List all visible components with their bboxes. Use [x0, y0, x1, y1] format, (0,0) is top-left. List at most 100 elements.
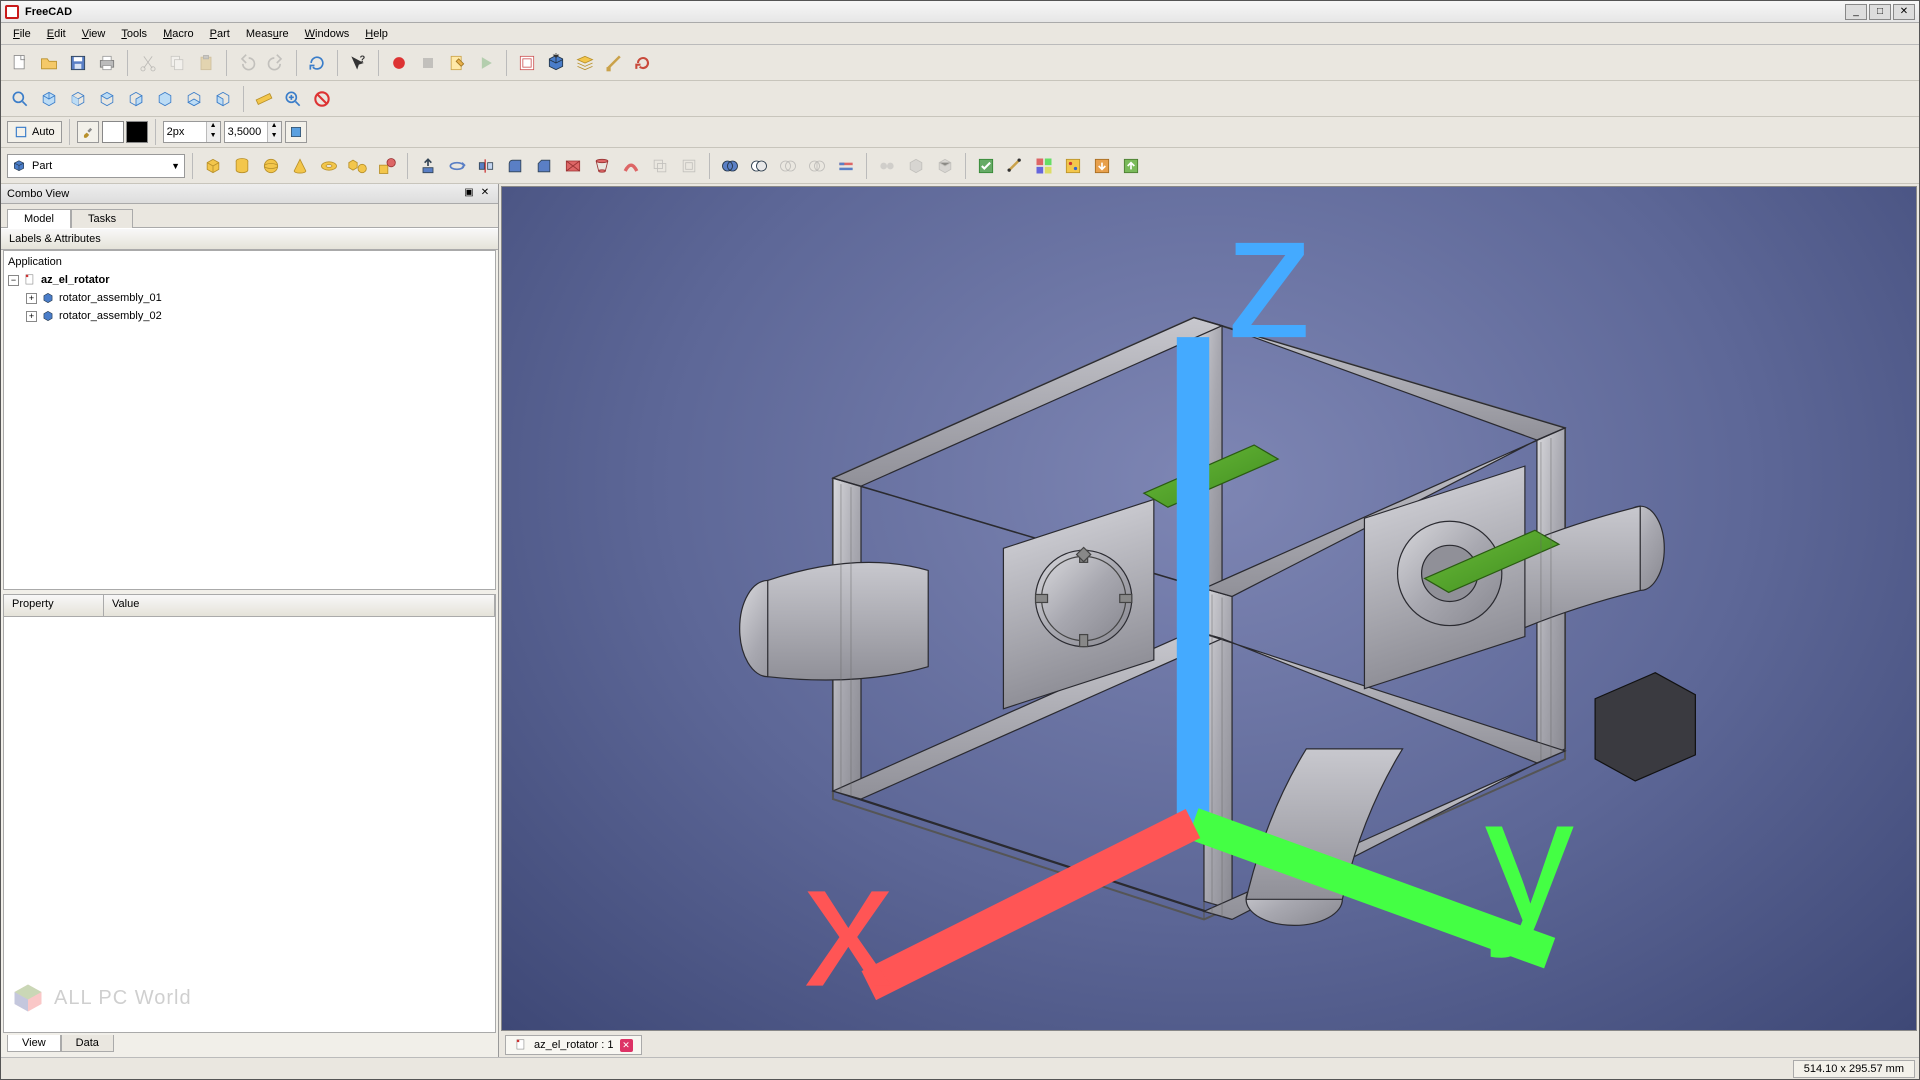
extrude-icon[interactable]: [415, 153, 441, 179]
face-color-swatch[interactable]: [102, 121, 124, 143]
cross-sections-icon[interactable]: [833, 153, 859, 179]
tree-item-assembly-1[interactable]: + rotator_assembly_01: [6, 289, 493, 307]
macro-run-icon[interactable]: [473, 50, 499, 76]
measure-distance-icon[interactable]: [251, 86, 277, 112]
primitives-dialog-icon[interactable]: [345, 153, 371, 179]
spin-down-icon[interactable]: ▼: [206, 132, 220, 142]
primitive-sphere-icon[interactable]: [258, 153, 284, 179]
close-panel-icon[interactable]: ✕: [478, 187, 492, 201]
menu-measure[interactable]: Measure: [238, 26, 297, 42]
menu-tools[interactable]: Tools: [113, 26, 155, 42]
property-column-header[interactable]: Property: [4, 595, 104, 616]
grid-spacing-input[interactable]: [225, 123, 267, 141]
minimize-button[interactable]: _: [1845, 4, 1867, 20]
construction-mode-icon[interactable]: [285, 121, 307, 143]
maximize-button[interactable]: □: [1869, 4, 1891, 20]
refine-shape-icon[interactable]: [932, 153, 958, 179]
thickness-icon[interactable]: [676, 153, 702, 179]
tab-tasks[interactable]: Tasks: [71, 209, 133, 228]
print-icon[interactable]: [94, 50, 120, 76]
menu-file[interactable]: File: [5, 26, 39, 42]
revolve-icon[interactable]: [444, 153, 470, 179]
view-rear-icon[interactable]: [152, 86, 178, 112]
ruled-surface-icon[interactable]: [560, 153, 586, 179]
zoom-fit-icon[interactable]: [7, 86, 33, 112]
value-column-header[interactable]: Value: [104, 595, 495, 616]
primitive-torus-icon[interactable]: [316, 153, 342, 179]
refresh-icon[interactable]: [304, 50, 330, 76]
document-tab[interactable]: az_el_rotator : 1 ✕: [505, 1035, 642, 1055]
primitive-cone-icon[interactable]: [287, 153, 313, 179]
boolean-union-icon[interactable]: [717, 153, 743, 179]
open-file-icon[interactable]: [36, 50, 62, 76]
cut-icon[interactable]: [135, 50, 161, 76]
tab-model[interactable]: Model: [7, 209, 71, 228]
redo-icon[interactable]: [263, 50, 289, 76]
no-entry-icon[interactable]: [309, 86, 335, 112]
line-width-spinner[interactable]: ▲▼: [163, 121, 221, 143]
zoom-region-icon[interactable]: [280, 86, 306, 112]
paste-icon[interactable]: [193, 50, 219, 76]
macro-edit-icon[interactable]: [444, 50, 470, 76]
tree-view[interactable]: Application − az_el_rotator + rotator_as…: [3, 250, 496, 590]
tree-application[interactable]: Application: [6, 253, 493, 271]
spin-down-icon[interactable]: ▼: [267, 132, 281, 142]
tab-view[interactable]: View: [7, 1035, 61, 1052]
layers-icon[interactable]: [572, 50, 598, 76]
shape-builder-icon[interactable]: [374, 153, 400, 179]
boolean-cut-icon[interactable]: [746, 153, 772, 179]
import-icon[interactable]: [1118, 153, 1144, 179]
copy-icon[interactable]: [164, 50, 190, 76]
close-button[interactable]: ✕: [1893, 4, 1915, 20]
undock-icon[interactable]: ▣: [462, 187, 476, 201]
view-left-icon[interactable]: [210, 86, 236, 112]
save-icon[interactable]: [65, 50, 91, 76]
make-solid-icon[interactable]: [903, 153, 929, 179]
mirror-icon[interactable]: [473, 153, 499, 179]
view-top-icon[interactable]: [94, 86, 120, 112]
3d-viewport[interactable]: z y x: [501, 186, 1917, 1031]
close-tab-icon[interactable]: ✕: [620, 1039, 633, 1052]
offset-icon[interactable]: [647, 153, 673, 179]
tree-expand-icon[interactable]: +: [26, 311, 37, 322]
fillet-icon[interactable]: [502, 153, 528, 179]
spin-up-icon[interactable]: ▲: [267, 122, 281, 132]
spin-up-icon[interactable]: ▲: [206, 122, 220, 132]
loft-icon[interactable]: [589, 153, 615, 179]
primitive-cylinder-icon[interactable]: [229, 153, 255, 179]
boolean-common-icon[interactable]: [775, 153, 801, 179]
menu-macro[interactable]: Macro: [155, 26, 202, 42]
line-width-input[interactable]: [164, 123, 206, 141]
check-geometry-icon[interactable]: [973, 153, 999, 179]
appearance-icon[interactable]: [1031, 153, 1057, 179]
auto-mode-button[interactable]: Auto: [7, 121, 62, 143]
tree-item-assembly-2[interactable]: + rotator_assembly_02: [6, 307, 493, 325]
macro-record-icon[interactable]: [386, 50, 412, 76]
boolean-section-icon[interactable]: [804, 153, 830, 179]
workbench-selector[interactable]: Part ▼: [7, 154, 185, 178]
tab-data[interactable]: Data: [61, 1035, 114, 1052]
drawing-page-icon[interactable]: [514, 50, 540, 76]
view-bottom-icon[interactable]: [181, 86, 207, 112]
macro-stop-icon[interactable]: [415, 50, 441, 76]
primitive-box-icon[interactable]: [200, 153, 226, 179]
tree-collapse-icon[interactable]: −: [8, 275, 19, 286]
color-picker-icon[interactable]: [77, 121, 99, 143]
chamfer-icon[interactable]: [531, 153, 557, 179]
menu-help[interactable]: Help: [357, 26, 396, 42]
menu-view[interactable]: View: [74, 26, 114, 42]
random-color-icon[interactable]: [1060, 153, 1086, 179]
menu-edit[interactable]: Edit: [39, 26, 74, 42]
make-compound-icon[interactable]: [874, 153, 900, 179]
reload-icon[interactable]: [630, 50, 656, 76]
line-color-swatch[interactable]: [126, 121, 148, 143]
view-front-icon[interactable]: [65, 86, 91, 112]
undo-icon[interactable]: [234, 50, 260, 76]
grid-spacing-spinner[interactable]: ▲▼: [224, 121, 282, 143]
export-icon[interactable]: [1089, 153, 1115, 179]
draft-icon[interactable]: [601, 50, 627, 76]
sweep-icon[interactable]: [618, 153, 644, 179]
tree-document[interactable]: − az_el_rotator: [6, 271, 493, 289]
view-right-icon[interactable]: [123, 86, 149, 112]
part-import-icon[interactable]: [543, 50, 569, 76]
